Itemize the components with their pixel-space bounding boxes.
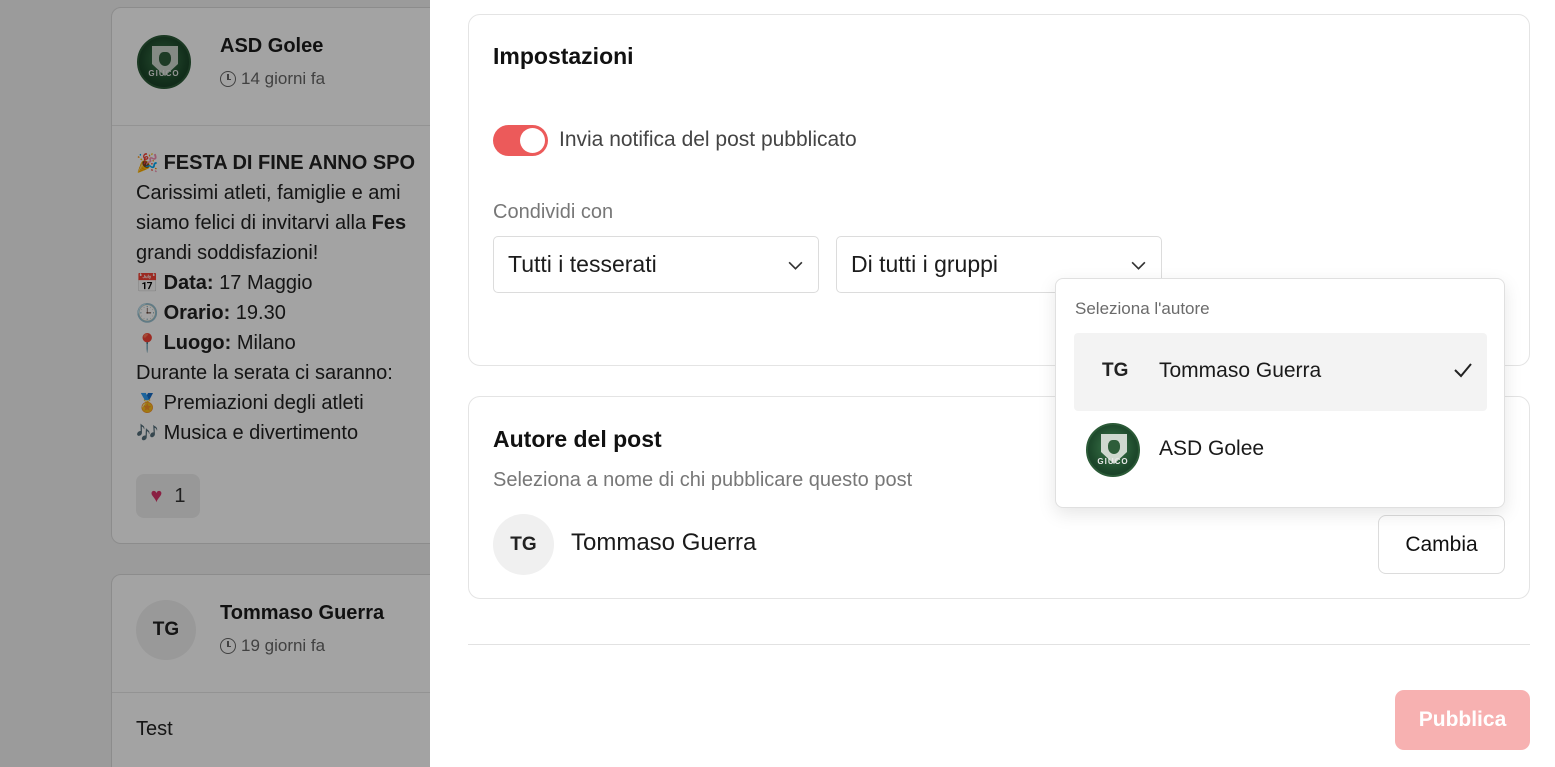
notify-toggle[interactable] [493, 125, 548, 156]
author-option-asd-golee[interactable]: GIUCO ASD Golee [1074, 411, 1487, 489]
publish-button[interactable]: Pubblica [1395, 690, 1530, 750]
toggle-knob [520, 128, 545, 153]
avatar: TG [493, 514, 554, 575]
chevron-down-icon [788, 261, 803, 270]
share-label: Condividi con [493, 201, 614, 223]
author-name: Tommaso Guerra [571, 529, 757, 556]
audience-select-value: Tutti i tesserati [508, 251, 657, 277]
author-dropdown: Seleziona l'autore TG Tommaso Guerra GIU… [1055, 278, 1505, 508]
option-label: ASD Golee [1159, 437, 1265, 460]
section-title: Autore del post [493, 426, 662, 452]
audience-select[interactable]: Tutti i tesserati [493, 236, 819, 293]
author-subtitle: Seleziona a nome di chi pubblicare quest… [493, 469, 913, 491]
check-icon [1454, 363, 1472, 378]
notify-label: Invia notifica del post pubblicato [559, 128, 857, 151]
avatar-initials: TG [1102, 360, 1129, 381]
option-label: Tommaso Guerra [1159, 359, 1322, 382]
divider [468, 644, 1530, 645]
section-title: Impostazioni [493, 43, 634, 69]
author-option-tommaso[interactable]: TG Tommaso Guerra [1074, 333, 1487, 411]
logo-text: GIUCO [1097, 457, 1129, 466]
modal-backdrop[interactable] [0, 0, 430, 767]
chevron-down-icon [1131, 261, 1146, 270]
dropdown-title: Seleziona l'autore [1075, 299, 1210, 318]
change-author-button[interactable]: Cambia [1378, 515, 1505, 574]
groups-select-value: Di tutti i gruppi [851, 251, 999, 277]
club-logo-avatar: GIUCO [1086, 423, 1140, 477]
